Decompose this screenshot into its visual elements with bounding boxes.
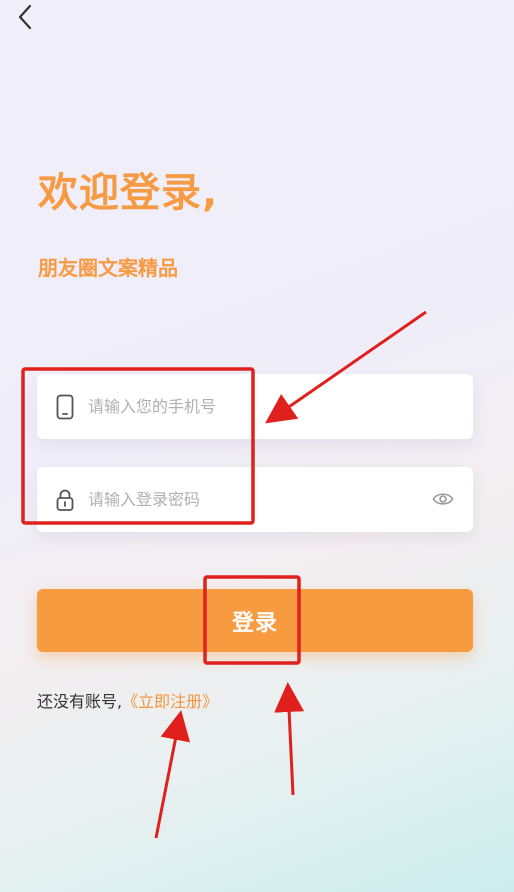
welcome-title: 欢迎登录,: [38, 170, 219, 216]
annotation-arrow-register: [154, 710, 191, 839]
login-button[interactable]: 登录: [37, 589, 473, 652]
phone-input[interactable]: [88, 374, 418, 439]
phone-field: [37, 374, 473, 439]
back-button[interactable]: [8, 0, 42, 34]
lock-icon: [55, 486, 75, 514]
annotation-overlay: [21, 310, 427, 839]
eye-icon[interactable]: [431, 487, 455, 511]
password-input[interactable]: [88, 467, 418, 532]
chevron-left-icon: [18, 4, 32, 30]
password-field: [37, 467, 473, 532]
register-prompt: 还没有账号,: [37, 692, 123, 711]
register-row: 还没有账号,《立即注册》: [37, 688, 218, 712]
register-link[interactable]: 《立即注册》: [122, 692, 218, 711]
app-subtitle: 朋友圈文案精品: [38, 256, 178, 280]
annotation-arrow-login: [274, 682, 305, 796]
phone-icon: [55, 393, 75, 421]
